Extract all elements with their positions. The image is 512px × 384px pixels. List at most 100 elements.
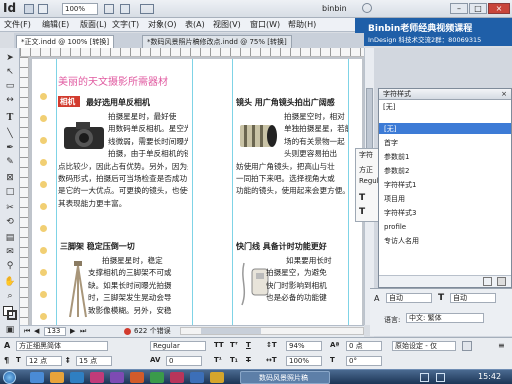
taskbar-app-icon[interactable] <box>170 372 184 383</box>
font-size-field[interactable]: 12 点 <box>26 356 62 366</box>
tray-network-icon[interactable] <box>420 373 429 382</box>
small-caps-button[interactable]: Tᵀ <box>230 341 238 350</box>
kerning-field[interactable]: 原始设定 - 仅 <box>392 341 456 351</box>
last-page-icon[interactable]: ⏭ <box>80 326 86 337</box>
character-mode-icon[interactable]: A <box>4 341 10 350</box>
rectangle-frame-tool-icon[interactable]: ⊠ <box>3 172 17 184</box>
active-task[interactable]: 数码风景照片稿 <box>240 371 330 384</box>
taskbar-app-icon[interactable] <box>150 372 164 383</box>
menu-file[interactable]: 文件(F) <box>4 19 31 31</box>
document-canvas[interactable]: 美丽的天文摄影所需器材 相机 最好选用单反相机 拍摄星星时，最好使 用数码单反相… <box>29 57 364 325</box>
panel-header[interactable]: 字符样式 × <box>379 89 511 100</box>
subscript-button[interactable]: T₁ <box>230 356 238 365</box>
strikethrough-button[interactable]: T <box>246 356 251 365</box>
section-heading[interactable]: 最好选用单反相机 <box>86 97 150 108</box>
paragraph-mode-icon[interactable]: ¶ <box>4 356 9 365</box>
new-style-icon[interactable] <box>483 277 492 286</box>
gap-tool-icon[interactable]: ↔ <box>3 94 17 106</box>
leading-field[interactable]: 15 点 <box>76 356 112 366</box>
style-item[interactable]: 首字 <box>384 138 398 148</box>
style-item[interactable]: 参数前2 <box>384 166 409 176</box>
start-button[interactable] <box>3 371 16 384</box>
mini-bridge-icon[interactable] <box>38 4 48 14</box>
taskbar-app-icon[interactable] <box>210 372 224 383</box>
auto-field-1[interactable]: 自动 <box>386 293 432 303</box>
style-item[interactable]: profile <box>384 222 406 232</box>
eyedropper-tool-icon[interactable]: ⚲ <box>3 260 17 272</box>
vertical-scale-field[interactable]: 94% <box>286 341 322 351</box>
first-page-icon[interactable]: ⏮ <box>24 326 30 337</box>
style-item-selected[interactable] <box>379 123 511 134</box>
line-tool-icon[interactable]: ╲ <box>3 128 17 140</box>
taskbar-app-icon[interactable] <box>90 372 104 383</box>
all-caps-button[interactable]: TT <box>214 341 224 350</box>
section-heading[interactable]: 镜头 用广角镜头拍出广阔感 <box>236 97 335 108</box>
style-item[interactable]: [无] <box>384 124 396 134</box>
menu-table[interactable]: 表(A) <box>185 19 205 31</box>
section-heading[interactable]: 三脚架 稳定压倒一切 <box>60 241 135 252</box>
screen-mode-icon[interactable] <box>120 4 130 14</box>
view-options-icon[interactable] <box>104 4 114 14</box>
taskbar-app-icon[interactable] <box>110 372 124 383</box>
scroll-thumb[interactable] <box>201 328 261 334</box>
font-family-field[interactable]: 方正细黑简体 <box>16 341 108 351</box>
page-number-field[interactable]: 133 <box>44 327 66 336</box>
vertical-ruler[interactable] <box>20 57 29 325</box>
preflight-status[interactable]: 622 个错误 <box>134 326 171 337</box>
close-button[interactable]: × <box>488 3 510 14</box>
style-item[interactable]: 项目用 <box>384 194 405 204</box>
horizontal-ruler[interactable] <box>20 48 364 57</box>
prev-page-icon[interactable]: ◀ <box>34 326 39 337</box>
next-page-icon[interactable]: ▶ <box>70 326 75 337</box>
type-tool-icon[interactable]: T <box>3 112 17 124</box>
section-body[interactable]: 如果要用长时 拍摄星空，为避免 快门时影响到相机 也是必备的功能键 <box>236 255 348 305</box>
preview-mode-icon[interactable]: ▣ <box>3 324 17 336</box>
menu-object[interactable]: 对象(O) <box>148 19 177 31</box>
selection-tool-icon[interactable]: ➤ <box>3 52 17 64</box>
control-menu-icon[interactable]: ≡ <box>498 341 505 350</box>
style-item[interactable]: 字符样式3 <box>384 208 416 218</box>
section-body[interactable]: 拍摄星空时，相对 单独拍摄星星，若能 场的有关景物一起 头则更容易拍出 妨使用广… <box>236 111 348 198</box>
tray-volume-icon[interactable] <box>436 373 445 382</box>
document-page[interactable]: 美丽的天文摄影所需器材 相机 最好选用单反相机 拍摄星星时，最好使 用数码单反相… <box>32 59 362 325</box>
language-select[interactable]: 中文: 繁体 <box>406 313 484 323</box>
menu-help[interactable]: 帮助(H) <box>288 19 316 31</box>
direct-selection-tool-icon[interactable]: ↖ <box>3 66 17 78</box>
tab-document-1[interactable]: *正文.indd @ 100% [转换] <box>16 35 115 48</box>
taskbar-app-icon[interactable] <box>50 372 64 383</box>
section-heading[interactable]: 快门线 具备计时功能更好 <box>236 241 327 252</box>
menu-layout[interactable]: 版面(L) <box>80 19 107 31</box>
panel-close-icon[interactable]: × <box>501 89 507 99</box>
underline-button[interactable]: T <box>246 341 251 350</box>
taskbar-app-icon[interactable] <box>30 372 44 383</box>
superscript-button[interactable]: T¹ <box>214 356 222 365</box>
horizontal-scale-field[interactable]: 100% <box>286 356 322 366</box>
baseline-shift-field[interactable]: 0 点 <box>346 341 382 351</box>
tab-document-2[interactable]: *数码风景照片稿修改点.indd @ 75% [转换] <box>142 35 292 48</box>
menu-edit[interactable]: 编辑(E) <box>42 19 69 31</box>
gradient-tool-icon[interactable]: ▤ <box>3 232 17 244</box>
zoom-tool-icon[interactable]: ⌕ <box>3 290 17 302</box>
font-style-field[interactable]: Regular <box>150 341 206 351</box>
section-body[interactable]: 拍摄星星时，稳定 支撑相机的三脚架不可或 缺。如果长时间曝光拍摄 时，三脚架发生… <box>58 255 188 317</box>
scissors-tool-icon[interactable]: ✂ <box>3 202 17 214</box>
auto-field-2[interactable]: 自动 <box>450 293 496 303</box>
pen-tool-icon[interactable]: ✒ <box>3 142 17 154</box>
page-tool-icon[interactable]: ▭ <box>3 80 17 92</box>
section-body[interactable]: 拍摄星星时，最好使 用数码单反相机。星空光 线微弱，需要长时间曝光 拍摄，由于单… <box>58 111 188 210</box>
taskbar-app-icon[interactable] <box>130 372 144 383</box>
character-style-icon[interactable] <box>462 341 472 351</box>
tracking-field[interactable]: 0 <box>166 356 202 366</box>
style-item[interactable]: 专访人名用 <box>384 236 419 246</box>
clock[interactable]: 15:42 <box>478 372 501 381</box>
search-icon[interactable] <box>362 3 372 13</box>
document-title[interactable]: 美丽的天文摄影所需器材 <box>58 73 168 88</box>
taskbar-app-icon[interactable] <box>70 372 84 383</box>
style-item[interactable]: 参数前1 <box>384 152 409 162</box>
maximize-button[interactable]: □ <box>469 3 487 14</box>
taskbar-app-icon[interactable] <box>190 372 204 383</box>
menu-type[interactable]: 文字(T) <box>112 19 139 31</box>
hand-tool-icon[interactable]: ✋ <box>3 276 17 288</box>
horizontal-scrollbar[interactable] <box>180 327 364 335</box>
bridge-icon[interactable] <box>24 4 34 14</box>
